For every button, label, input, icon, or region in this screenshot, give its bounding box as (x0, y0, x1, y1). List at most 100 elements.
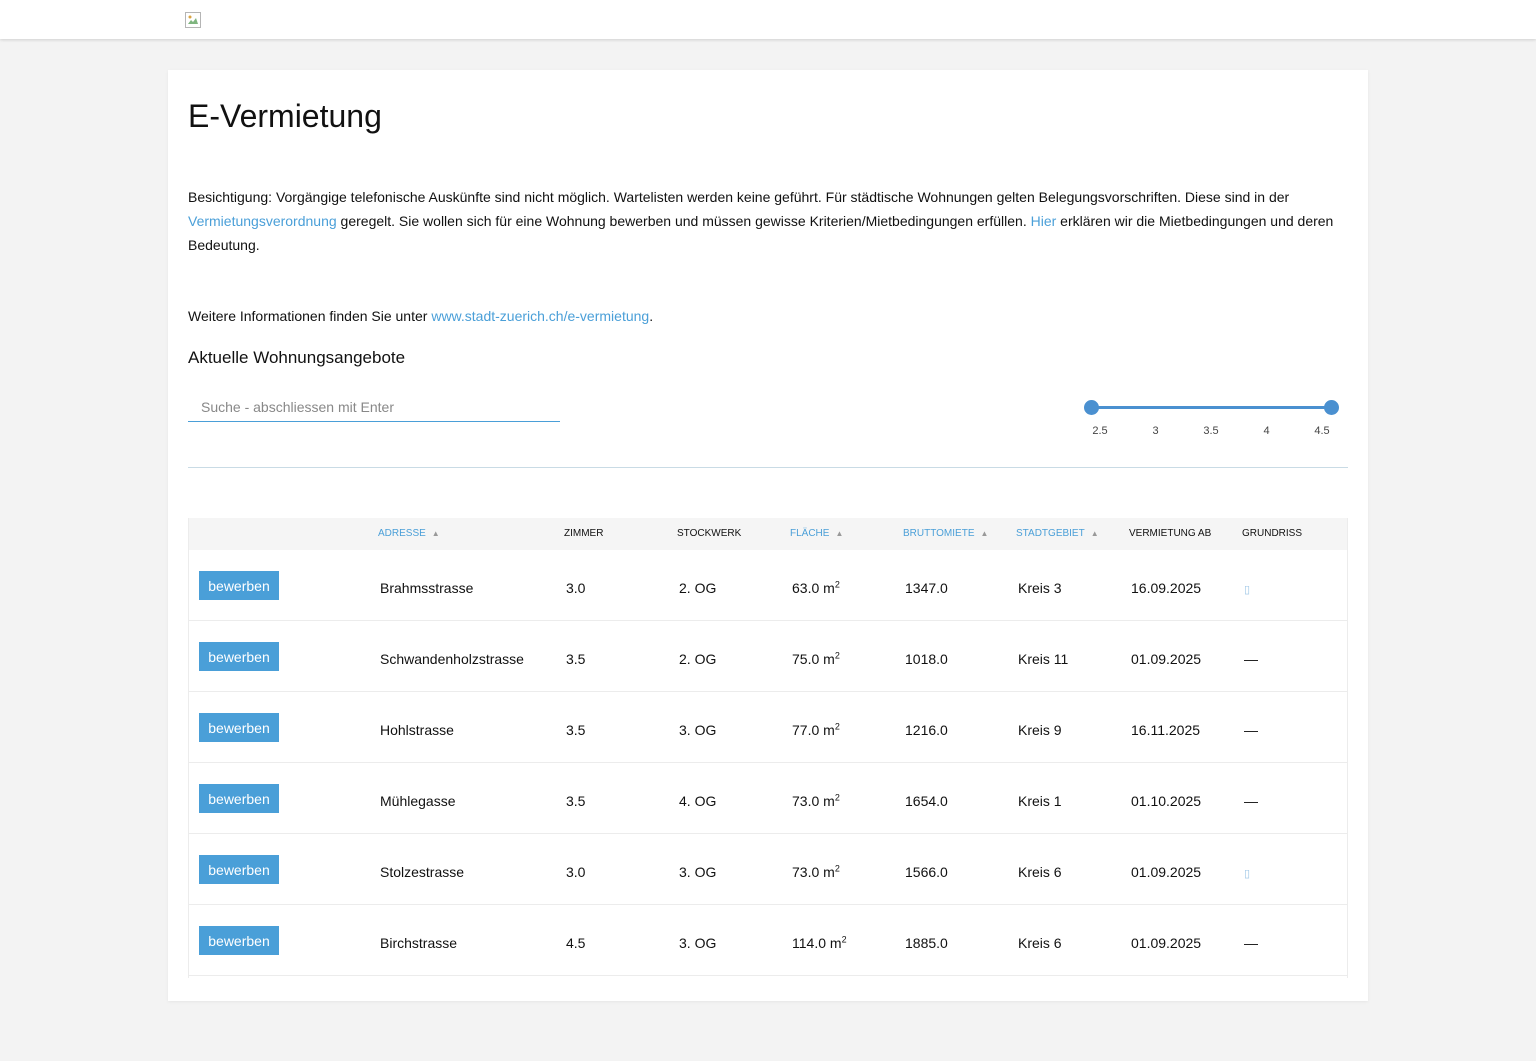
cell-bruttomiete: 1566.0 (905, 864, 948, 880)
cell-bruttomiete: 1216.0 (905, 722, 948, 738)
cell-bruttomiete: 1018.0 (905, 651, 948, 667)
cell-stockwerk: 2. OG (679, 651, 717, 667)
cell-zimmer: 3.5 (566, 651, 586, 667)
bewerben-button[interactable]: bewerben (199, 642, 279, 671)
slider-track[interactable] (1091, 406, 1331, 409)
column-header-label: FLÄCHE (790, 528, 830, 539)
table-row: bewerben Birchstrasse 4.5 3. OG 114.0 m2… (189, 905, 1347, 976)
table-row: bewerben Hohlstrasse 3.5 3. OG 77.0 m2 1… (189, 692, 1347, 763)
cell-vermietung-ab: 01.09.2025 (1131, 935, 1202, 951)
cell-adresse: Schwandenholzstrasse (380, 651, 524, 667)
slider-tick: 4 (1263, 425, 1270, 437)
cell-grundriss: — (1244, 722, 1258, 738)
top-navigation-bar (0, 0, 1536, 39)
slider-tick: 3.5 (1203, 425, 1219, 437)
area-unit: m (823, 580, 835, 596)
floorplan-icon[interactable]: ▯ (1244, 868, 1250, 880)
cell-stadtgebiet: Kreis 6 (1018, 864, 1062, 880)
cell-stockwerk: 4. OG (679, 793, 717, 809)
sort-icon: ▲︎ (980, 529, 989, 538)
search-input[interactable] (188, 392, 560, 422)
cell-adresse: Stolzestrasse (380, 864, 465, 880)
area-value: 63.0 (792, 580, 820, 596)
slider-tick: 4.5 (1314, 425, 1330, 437)
area-value: 75.0 (792, 651, 820, 667)
cell-vermietung-ab: 01.09.2025 (1131, 651, 1202, 667)
cell-bruttomiete: 1654.0 (905, 793, 948, 809)
area-unit: m (823, 864, 835, 880)
slider-handle-max[interactable] (1324, 400, 1339, 415)
vermietungsverordnung-link[interactable]: Vermietungsverordnung (188, 213, 337, 229)
bewerben-button[interactable]: bewerben (199, 713, 279, 742)
column-header-label: ADRESSE (378, 528, 426, 539)
cell-vermietung-ab: 01.10.2025 (1131, 793, 1202, 809)
cell-stockwerk: 3. OG (679, 864, 717, 880)
page-title: E-Vermietung (188, 98, 382, 134)
cell-stadtgebiet: Kreis 11 (1018, 651, 1069, 667)
cell-stadtgebiet: Kreis 1 (1018, 793, 1062, 809)
cell-grundriss: — (1244, 651, 1258, 667)
table-row: bewerben Brahmsstrasse 3.0 2. OG 63.0 m2… (189, 550, 1347, 621)
column-header-flaeche[interactable]: FLÄCHE ▲︎ (790, 528, 843, 539)
broken-image-icon[interactable] (185, 12, 201, 28)
area-value: 77.0 (792, 722, 820, 738)
slider-tick: 2.5 (1092, 425, 1108, 437)
column-header-vermietung-ab: VERMIETUNG AB (1129, 528, 1212, 539)
cell-flaeche: 63.0 m2 (792, 580, 840, 596)
area-exponent: 2 (834, 863, 840, 874)
column-header-stadtgebiet[interactable]: STADTGEBIET ▲︎ (1016, 528, 1099, 539)
cell-vermietung-ab: 16.11.2025 (1131, 722, 1201, 738)
bewerben-button[interactable]: bewerben (199, 571, 279, 600)
main-card: E-Vermietung Besichtigung: Vorgängige te… (168, 70, 1368, 1001)
cell-flaeche: 114.0 m2 (792, 935, 847, 951)
divider (188, 467, 1348, 468)
room-range-slider[interactable]: 2.5 3 3.5 4 4.5 (1084, 400, 1339, 440)
area-exponent: 2 (834, 579, 840, 590)
cell-bruttomiete: 1885.0 (905, 935, 948, 951)
cell-bruttomiete: 1347.0 (905, 580, 948, 596)
bewerben-button[interactable]: bewerben (199, 926, 279, 955)
bewerben-button[interactable]: bewerben (199, 855, 279, 884)
cell-vermietung-ab: 01.09.2025 (1131, 864, 1202, 880)
cell-stadtgebiet: Kreis 6 (1018, 935, 1062, 951)
cell-stadtgebiet: Kreis 9 (1018, 722, 1062, 738)
bewerben-button[interactable]: bewerben (199, 784, 279, 813)
column-header-bruttomiete[interactable]: BRUTTOMIETE ▲︎ (903, 528, 988, 539)
table-row: bewerben Schwandenholzstrasse 3.5 2. OG … (189, 621, 1347, 692)
cell-grundriss: ▯ (1244, 580, 1250, 596)
area-exponent: 2 (841, 934, 847, 945)
cell-zimmer: 3.0 (566, 580, 586, 596)
cell-adresse: Brahmsstrasse (380, 580, 474, 596)
area-value: 73.0 (792, 864, 820, 880)
slider-handle-min[interactable] (1084, 400, 1099, 415)
section-title: Aktuelle Wohnungsangebote (188, 348, 406, 367)
sort-icon: ▲︎ (431, 529, 440, 538)
cell-flaeche: 77.0 m2 (792, 722, 840, 738)
hier-link[interactable]: Hier (1031, 213, 1057, 229)
more-info-suffix: . (649, 308, 654, 324)
cell-zimmer: 3.0 (566, 864, 586, 880)
e-vermietung-link[interactable]: www.stadt-zuerich.ch/e-vermietung (431, 308, 649, 324)
area-unit: m (823, 651, 835, 667)
area-exponent: 2 (834, 650, 840, 661)
column-header-stockwerk: STOCKWERK (677, 528, 742, 539)
table-row: bewerben Mühlegasse 3.5 4. OG 73.0 m2 16… (189, 763, 1347, 834)
cell-zimmer: 3.5 (566, 722, 586, 738)
more-info-paragraph: Weitere Informationen finden Sie unter w… (188, 304, 653, 328)
column-header-adresse[interactable]: ADRESSE ▲︎ (378, 528, 440, 539)
floorplan-icon[interactable]: ▯ (1244, 584, 1250, 596)
column-header-label: STADTGEBIET (1016, 528, 1085, 539)
area-exponent: 2 (834, 792, 840, 803)
cell-zimmer: 3.5 (566, 793, 586, 809)
table-header: ADRESSE ▲︎ ZIMMER STOCKWERK FLÄCHE ▲︎ BRUT… (189, 518, 1347, 550)
cell-stockwerk: 3. OG (679, 722, 717, 738)
area-unit: m (823, 793, 835, 809)
column-header-zimmer: ZIMMER (564, 528, 604, 539)
area-value: 73.0 (792, 793, 820, 809)
slider-tick: 3 (1152, 425, 1159, 437)
column-header-grundriss: GRUNDRISS (1242, 528, 1303, 539)
cell-flaeche: 75.0 m2 (792, 651, 840, 667)
sort-icon: ▲︎ (1090, 529, 1099, 538)
cell-grundriss: — (1244, 935, 1258, 951)
cell-grundriss: ▯ (1244, 864, 1250, 880)
